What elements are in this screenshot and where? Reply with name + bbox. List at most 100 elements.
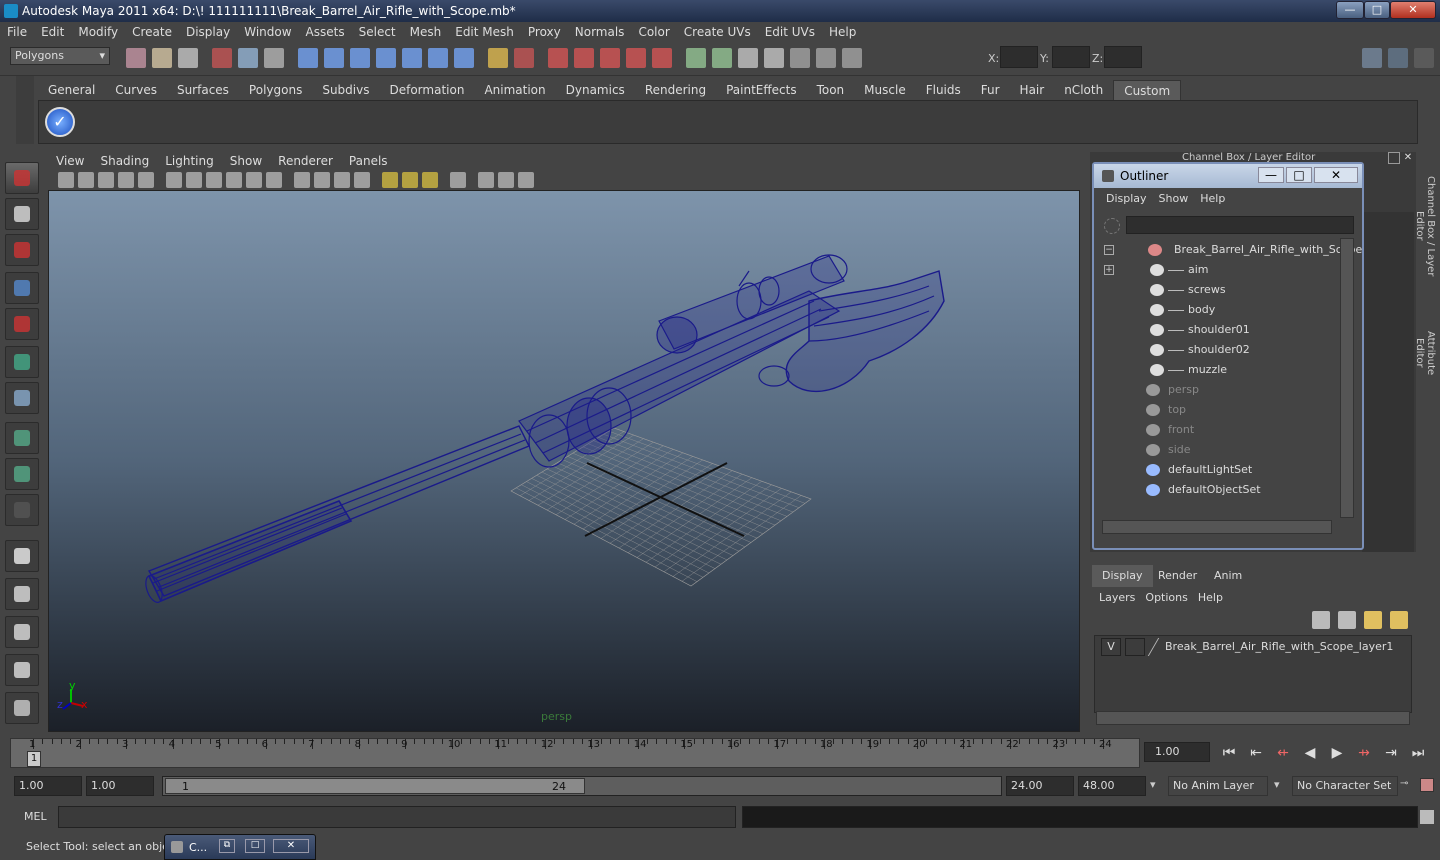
- viewport-menu-lighting[interactable]: Lighting: [157, 154, 222, 168]
- snap-point-icon[interactable]: [350, 48, 370, 68]
- channel-box-toggle-icon[interactable]: [1362, 48, 1382, 68]
- menu-display[interactable]: Display: [179, 25, 237, 39]
- snap-plane-icon[interactable]: [376, 48, 396, 68]
- script-icon[interactable]: [842, 48, 862, 68]
- last-tool-icon[interactable]: [5, 494, 39, 526]
- menu-set-selector[interactable]: Polygons ▾: [10, 47, 110, 65]
- resolution-gate-icon[interactable]: [206, 172, 222, 188]
- camera-icon[interactable]: [816, 48, 836, 68]
- snap-curve-icon[interactable]: [324, 48, 344, 68]
- time-slider[interactable]: 1 2 3 4 5 6 7 8 9 10 11 12 13 14 15 16 17 18 19 20 21 22 23 24 1: [10, 738, 1140, 768]
- single-pane-layout-icon[interactable]: [5, 540, 39, 572]
- manipulator-tool-icon[interactable]: [5, 382, 39, 414]
- safe-action-icon[interactable]: [226, 172, 242, 188]
- rotate-tool-icon[interactable]: [5, 308, 39, 340]
- layer-tab-display[interactable]: Display: [1092, 565, 1153, 587]
- shelf-tab-animation[interactable]: Animation: [474, 80, 555, 100]
- outliner-search-field[interactable]: [1126, 216, 1354, 234]
- layer-menu-options[interactable]: Options: [1140, 591, 1192, 604]
- y-field[interactable]: [1052, 46, 1090, 68]
- channel-box-side-tab[interactable]: Channel Box / Layer Editor: [1414, 162, 1436, 290]
- minimized-maximize-button[interactable]: □: [245, 839, 265, 853]
- close-button[interactable]: ✕: [1390, 1, 1436, 19]
- outliner-item[interactable]: shoulder01: [1100, 320, 1340, 340]
- menu-select[interactable]: Select: [352, 25, 403, 39]
- outliner-maximize-button[interactable]: □: [1286, 167, 1312, 183]
- snap-live-icon[interactable]: [428, 48, 448, 68]
- outliner-item[interactable]: front: [1100, 420, 1340, 440]
- wireframe-icon[interactable]: [294, 172, 310, 188]
- menu-assets[interactable]: Assets: [299, 25, 352, 39]
- go-to-end-icon[interactable]: ⏭: [1407, 742, 1429, 764]
- isolate-select-icon[interactable]: [450, 172, 466, 188]
- outliner-item[interactable]: screws: [1100, 280, 1340, 300]
- field-chart-icon[interactable]: [266, 172, 282, 188]
- persp-graph-layout-icon[interactable]: [5, 654, 39, 686]
- key-icon[interactable]: ⊸: [1400, 778, 1416, 792]
- wireframe-on-shaded-icon[interactable]: [334, 172, 350, 188]
- menu-edit[interactable]: Edit: [34, 25, 71, 39]
- paint-select-tool-icon[interactable]: [5, 234, 39, 266]
- current-time-field[interactable]: 1.00: [1144, 742, 1210, 762]
- use-all-lights-icon[interactable]: [382, 172, 398, 188]
- shelf-tab-general[interactable]: General: [38, 80, 105, 100]
- hypershade-layout-icon[interactable]: [5, 692, 39, 724]
- outliner-menu-help[interactable]: Help: [1194, 192, 1231, 205]
- step-back-key-icon[interactable]: ⇷: [1272, 742, 1294, 764]
- filter-icon[interactable]: [1104, 218, 1120, 234]
- outliner-close-button[interactable]: ✕: [1314, 167, 1358, 183]
- minimized-close-button[interactable]: ✕: [273, 839, 309, 853]
- step-forward-frame-icon[interactable]: ⇥: [1380, 742, 1402, 764]
- viewport-menu-panels[interactable]: Panels: [341, 154, 396, 168]
- shelf-tab-custom[interactable]: Custom: [1113, 80, 1182, 100]
- component-xray-icon[interactable]: [518, 172, 534, 188]
- menu-modify[interactable]: Modify: [71, 25, 125, 39]
- shelf-tab-dynamics[interactable]: Dynamics: [556, 80, 635, 100]
- ambient-occlusion-icon[interactable]: [422, 172, 438, 188]
- safe-title-icon[interactable]: [246, 172, 262, 188]
- construction-history-icon[interactable]: [574, 48, 594, 68]
- outliner-horizontal-scrollbar[interactable]: [1102, 520, 1332, 534]
- smooth-shade-icon[interactable]: [314, 172, 330, 188]
- maximize-button[interactable]: □: [1364, 1, 1390, 19]
- lasso-tool-icon[interactable]: [5, 198, 39, 230]
- script-editor-icon[interactable]: [1420, 810, 1434, 824]
- four-pane-layout-icon[interactable]: [5, 578, 39, 610]
- menu-color[interactable]: Color: [631, 25, 676, 39]
- menu-help[interactable]: Help: [822, 25, 863, 39]
- shelf-tab-deformation[interactable]: Deformation: [379, 80, 474, 100]
- menu-mesh[interactable]: Mesh: [403, 25, 449, 39]
- outliner-item[interactable]: − Break_Barrel_Air_Rifle_with_Scope: [1100, 240, 1362, 260]
- layer-row[interactable]: V Break_Barrel_Air_Rifle_with_Scope_laye…: [1095, 638, 1413, 658]
- outliner-item[interactable]: top: [1100, 400, 1340, 420]
- layer-move-down-icon[interactable]: [1338, 611, 1356, 629]
- shelf-tab-surfaces[interactable]: Surfaces: [167, 80, 239, 100]
- xray-icon[interactable]: [478, 172, 494, 188]
- outliner-layout-icon[interactable]: [5, 616, 39, 648]
- render-settings-icon[interactable]: [712, 48, 732, 68]
- layer-tab-render[interactable]: Render: [1148, 565, 1207, 587]
- attribute-editor-side-tab[interactable]: Attribute Editor: [1414, 316, 1436, 390]
- minimize-button[interactable]: —: [1336, 1, 1364, 19]
- shelf-tab-ncloth[interactable]: nCloth: [1054, 80, 1113, 100]
- selection-mask-icon[interactable]: [514, 48, 534, 68]
- layer-name[interactable]: Break_Barrel_Air_Rifle_with_Scope_layer1: [1165, 638, 1393, 656]
- animation-start-field[interactable]: 1.00: [14, 776, 82, 796]
- snap-surface-icon[interactable]: [402, 48, 422, 68]
- expand-toggle-icon[interactable]: +: [1104, 265, 1114, 275]
- range-slider-track[interactable]: 1 24: [162, 776, 1002, 796]
- xray-joints-icon[interactable]: [498, 172, 514, 188]
- outliner-item[interactable]: body: [1100, 300, 1340, 320]
- minimized-restore-button[interactable]: ⧉: [219, 839, 235, 853]
- show-manipulator-icon[interactable]: [5, 458, 39, 490]
- outliner-item[interactable]: + aim: [1100, 260, 1340, 280]
- play-backwards-icon[interactable]: ◀: [1299, 742, 1321, 764]
- output-ops-icon[interactable]: [626, 48, 646, 68]
- select-component-icon[interactable]: [264, 48, 284, 68]
- expand-toggle-icon[interactable]: −: [1104, 245, 1114, 255]
- outliner-minimize-button[interactable]: —: [1258, 167, 1284, 183]
- outliner-item[interactable]: defaultLightSet: [1100, 460, 1340, 480]
- camera-attr-icon[interactable]: [78, 172, 94, 188]
- menu-create-uvs[interactable]: Create UVs: [677, 25, 758, 39]
- outliner-vertical-scrollbar[interactable]: [1340, 238, 1354, 518]
